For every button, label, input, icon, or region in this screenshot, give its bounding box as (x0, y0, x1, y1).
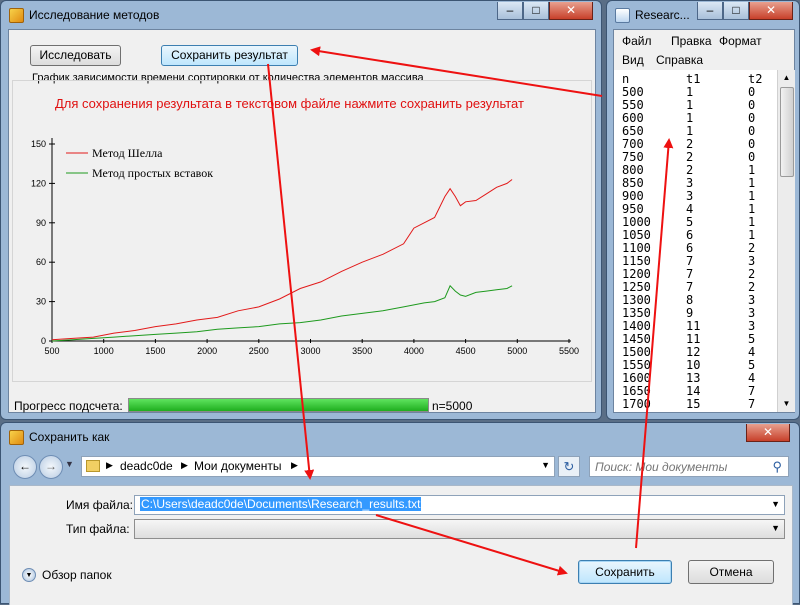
progress-label: Прогресс подсчета: (14, 399, 123, 413)
notepad-maximize-button[interactable]: □ (723, 2, 749, 20)
scroll-up-arrow[interactable]: ▲ (778, 70, 795, 86)
x-tick-label: 2000 (197, 346, 217, 356)
notepad-minimize-button[interactable]: – (697, 2, 723, 20)
menu-help[interactable]: Справка (656, 53, 703, 67)
notepad-text-area[interactable]: n t1 t2 500 1 0 550 1 0 600 1 0 650 1 0 700 2 0 750 2 0 800 2 1… (618, 72, 776, 412)
x-tick-label: 500 (44, 346, 59, 356)
dialog-icon (9, 430, 24, 445)
y-tick-label: 150 (31, 139, 46, 149)
address-bar[interactable]: ▶ deadc0de ▶ Мои документы ▶ ▼ (81, 456, 555, 477)
notepad-menubar: Файл Правка Формат Вид Справка (614, 30, 794, 70)
notepad-cell: 1700 (622, 397, 651, 411)
legend-label-1: Метод простых вставок (92, 166, 213, 180)
filename-dropdown-icon[interactable]: ▼ (771, 499, 780, 509)
save-button[interactable]: Сохранить (578, 560, 672, 584)
main-titlebar[interactable]: Исследование методов – □ ✕ (1, 1, 601, 29)
menu-format[interactable]: Формат (719, 34, 762, 48)
y-tick-label: 120 (31, 178, 46, 188)
notepad-titlebar[interactable]: Researc... – □ ✕ (607, 1, 799, 29)
save-hint-text: Для сохранения результата в текстовом фа… (55, 96, 524, 111)
x-tick-label: 1500 (145, 346, 165, 356)
dialog-title: Сохранить как (29, 430, 110, 444)
x-tick-label: 1000 (94, 346, 114, 356)
breadcrumb-arrow-icon: ▶ (106, 460, 113, 470)
dialog-close-button[interactable]: ✕ (746, 424, 790, 442)
progress-bar-fill (129, 399, 428, 411)
x-tick-label: 4000 (404, 346, 424, 356)
maximize-button[interactable]: □ (523, 2, 549, 20)
y-tick-label: 0 (41, 336, 46, 346)
dialog-form-panel: Имя файла: C:\Users\deadc0de\Documents\R… (9, 485, 793, 605)
app-icon (9, 8, 24, 23)
x-tick-label: 3000 (300, 346, 320, 356)
notepad-window: Researc... – □ ✕ Файл Правка Формат Вид … (606, 0, 800, 420)
progress-text: n=5000 (432, 399, 473, 413)
y-tick-label: 30 (36, 297, 46, 307)
menu-view[interactable]: Вид (622, 53, 644, 67)
breadcrumb-arrow-icon: ▶ (291, 460, 298, 470)
breadcrumb-documents[interactable]: Мои документы (194, 459, 281, 473)
dialog-titlebar[interactable]: Сохранить как ✕ (1, 423, 799, 449)
save-as-dialog: Сохранить как ✕ ← → ▼ ▶ deadc0de ▶ Мои д… (0, 422, 800, 605)
notepad-client: Файл Правка Формат Вид Справка n t1 t2 500 1… (613, 29, 795, 413)
filetype-label: Тип файла: (66, 522, 130, 536)
save-result-button[interactable]: Сохранить результат (161, 45, 298, 66)
address-dropdown-icon[interactable]: ▼ (541, 460, 550, 470)
series-line-0 (51, 179, 513, 341)
main-client-area: Исследовать Сохранить результат График з… (8, 29, 596, 413)
y-tick-label: 60 (36, 257, 46, 267)
y-tick-label: 90 (36, 218, 46, 228)
chart-lines (51, 179, 513, 342)
x-tick-label: 5500 (559, 346, 579, 356)
notepad-scrollbar[interactable]: ▲ ▼ (777, 70, 795, 412)
filename-label: Имя файла: (66, 498, 133, 512)
x-tick-label: 4500 (456, 346, 476, 356)
notepad-close-button[interactable]: ✕ (749, 2, 793, 20)
expand-circle-icon[interactable]: ▼ (22, 568, 36, 582)
main-window: Исследование методов – □ ✕ Исследовать С… (0, 0, 602, 420)
search-box[interactable]: ⚲ (589, 456, 789, 477)
main-window-title: Исследование методов (29, 8, 160, 22)
filename-field[interactable]: C:\Users\deadc0de\Documents\Research_res… (134, 495, 785, 515)
legend-label-0: Метод Шелла (92, 146, 163, 160)
scroll-down-arrow[interactable]: ▼ (778, 396, 795, 412)
filetype-dropdown-icon[interactable]: ▼ (771, 523, 780, 533)
x-tick-label: 2500 (249, 346, 269, 356)
refresh-button[interactable]: ↻ (558, 456, 580, 477)
minimize-button[interactable]: – (497, 2, 523, 20)
chart-legend: Метод Шелла Метод простых вставок (66, 146, 213, 180)
breadcrumb-user[interactable]: deadc0de (120, 459, 173, 473)
menu-edit[interactable]: Правка (671, 34, 712, 48)
research-button[interactable]: Исследовать (30, 45, 121, 66)
recent-locations-icon[interactable]: ▼ (65, 459, 74, 469)
forward-button[interactable]: → (39, 455, 63, 479)
scroll-thumb[interactable] (780, 87, 794, 177)
notepad-cell: 15 (686, 397, 701, 411)
sorting-time-chart: 0 30 60 90 120 150 500 1000 1500 2000 2500 3000 3500… (31, 138, 579, 356)
filename-value[interactable]: C:\Users\deadc0de\Documents\Research_res… (140, 497, 422, 511)
progress-bar (128, 398, 429, 412)
folder-icon (86, 460, 100, 472)
close-button[interactable]: ✕ (549, 2, 593, 20)
x-tick-label: 3500 (352, 346, 372, 356)
browse-folders-label[interactable]: Обзор папок (42, 568, 112, 582)
menu-file[interactable]: Файл (622, 34, 652, 48)
search-input[interactable] (593, 458, 767, 475)
notepad-title: Researc... (635, 8, 690, 22)
x-tick-label: 5000 (507, 346, 527, 356)
search-icon[interactable]: ⚲ (772, 459, 782, 475)
back-button[interactable]: ← (13, 455, 37, 479)
filetype-select[interactable]: ▼ (134, 519, 785, 539)
notepad-icon (615, 8, 630, 23)
cancel-button[interactable]: Отмена (688, 560, 774, 584)
notepad-cell: 7 (748, 397, 756, 411)
breadcrumb-arrow-icon: ▶ (181, 460, 188, 470)
